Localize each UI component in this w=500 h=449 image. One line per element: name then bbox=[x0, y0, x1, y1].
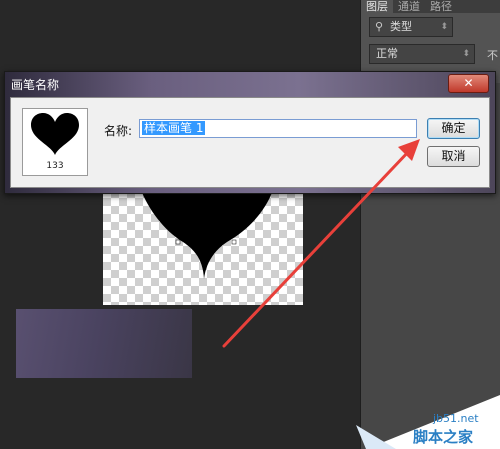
blend-mode-dropdown[interactable]: 正常 ⬍ bbox=[369, 44, 475, 64]
layers-panel: 图层 通道 路径 ⚲ 类型 ⬍ 正常 ⬍ 不 bbox=[360, 0, 500, 449]
opacity-label: 不 bbox=[487, 49, 498, 62]
dialog-titlebar[interactable]: 画笔名称 ✕ bbox=[5, 72, 495, 95]
tab-channels[interactable]: 通道 bbox=[393, 0, 425, 13]
close-icon: ✕ bbox=[463, 76, 474, 90]
brush-preview: 133 bbox=[22, 108, 88, 176]
heart-brush-icon bbox=[31, 113, 79, 155]
blend-mode-label: 正常 bbox=[376, 47, 398, 60]
dialog-title: 画笔名称 bbox=[11, 78, 60, 92]
tab-paths[interactable]: 路径 bbox=[425, 0, 457, 13]
ok-button[interactable]: 确定 bbox=[427, 118, 480, 139]
layer-filter-dropdown[interactable]: ⚲ 类型 ⬍ bbox=[369, 17, 453, 37]
name-label: 名称: bbox=[104, 124, 133, 138]
chevron-icon: ⬍ bbox=[462, 49, 470, 59]
heart-shape bbox=[141, 190, 273, 279]
color-swatch-area bbox=[16, 309, 192, 378]
dialog-body: 133 名称: 样本画笔 1 确定 取消 bbox=[10, 97, 490, 188]
close-button[interactable]: ✕ bbox=[448, 74, 489, 93]
panel-tabs: 图层 通道 路径 bbox=[361, 0, 500, 13]
document-canvas[interactable] bbox=[103, 190, 303, 305]
watermark-site: jb51.net bbox=[433, 412, 479, 425]
brush-size-label: 133 bbox=[46, 161, 64, 171]
brush-name-value: 样本画笔 1 bbox=[142, 121, 206, 135]
watermark-brand: 脚本之家 bbox=[413, 428, 474, 446]
layer-filter-label: 类型 bbox=[390, 20, 412, 33]
brush-name-input[interactable]: 样本画笔 1 bbox=[139, 119, 417, 138]
search-icon: ⚲ bbox=[375, 20, 384, 33]
cancel-button[interactable]: 取消 bbox=[427, 146, 480, 167]
tab-layers[interactable]: 图层 bbox=[361, 0, 393, 13]
chevron-icon: ⬍ bbox=[440, 22, 448, 32]
brush-name-dialog: 画笔名称 ✕ 133 名称: 样本画笔 1 确定 取消 bbox=[4, 71, 496, 194]
